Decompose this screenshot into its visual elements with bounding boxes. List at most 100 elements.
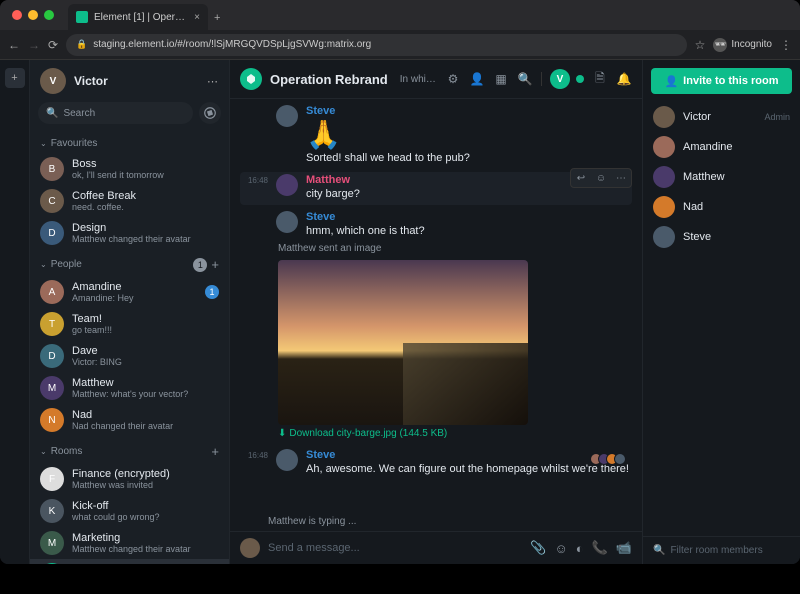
member-name: Nad — [683, 201, 782, 213]
room-header: Operation Rebrand In which we rebrand Ri… — [230, 60, 642, 99]
window-traffic-lights[interactable] — [12, 10, 54, 20]
attach-icon[interactable]: 📎 — [530, 540, 546, 556]
message-action-bar: ↩ ☺ ⋯ — [570, 168, 632, 188]
room-tile[interactable]: O Operation Rebrand Steve: Ah, awesome. … — [30, 559, 229, 564]
maximize-window-button[interactable] — [44, 10, 54, 20]
members-icon[interactable]: 👤 — [469, 71, 485, 87]
emoji-icon[interactable]: ☺ — [554, 541, 567, 556]
room-name: Matthew — [72, 377, 219, 389]
chevron-down-icon: ⌄ — [40, 139, 47, 148]
sender-avatar[interactable] — [276, 449, 298, 471]
member-avatar — [653, 226, 675, 248]
room-name: Amandine — [72, 281, 197, 293]
search-icon: 🔍 — [46, 108, 58, 119]
sender-avatar[interactable] — [276, 105, 298, 127]
voice-call-icon[interactable]: 📞 — [592, 540, 608, 556]
composer-input[interactable]: Send a message... — [268, 542, 522, 554]
room-tile[interactable]: B Boss ok, I'll send it tomorrow — [30, 153, 229, 185]
browser-menu-button[interactable]: ⋮ — [780, 38, 792, 52]
incognito-icon: 🕶 — [713, 38, 727, 52]
close-tab-icon[interactable]: × — [194, 12, 200, 23]
sender-avatar[interactable] — [276, 211, 298, 233]
room-tile[interactable]: K Kick-off what could go wrong? — [30, 495, 229, 527]
more-icon[interactable]: ⋯ — [611, 169, 631, 187]
sender-avatar[interactable] — [276, 174, 298, 196]
member-avatar — [653, 106, 675, 128]
people-header[interactable]: ⌄ People 1 + — [30, 249, 229, 276]
react-icon[interactable]: ☺ — [591, 169, 611, 187]
room-avatar: F — [40, 467, 64, 491]
add-room-button[interactable]: + — [211, 444, 219, 459]
lock-icon: 🔒 — [76, 39, 87, 50]
room-avatar: M — [40, 531, 64, 555]
search-icon: 🔍 — [653, 545, 665, 556]
add-people-button[interactable]: + — [211, 257, 219, 272]
incognito-indicator[interactable]: 🕶 Incognito — [713, 38, 772, 52]
rooms-header[interactable]: ⌄ Rooms + — [30, 436, 229, 463]
filter-members-input[interactable]: 🔍 Filter room members — [643, 536, 800, 564]
new-tab-button[interactable]: + — [214, 12, 220, 24]
room-tile[interactable]: T Team! go team!!! — [30, 308, 229, 340]
url-text: staging.element.io/#/room/!lSjMRGQVDSpLj… — [93, 39, 371, 50]
room-tile[interactable]: A Amandine Amandine: Hey 1 — [30, 276, 229, 308]
reply-icon[interactable]: ↩ — [571, 169, 591, 187]
room-tile[interactable]: D Design Matthew changed their avatar — [30, 217, 229, 249]
invite-button[interactable]: 👤 Invite to this room — [651, 68, 792, 94]
close-window-button[interactable] — [12, 10, 22, 20]
room-preview: Amandine: Hey — [72, 293, 197, 303]
state-event: Matthew sent an image — [278, 243, 632, 254]
member-name: Steve — [683, 231, 782, 243]
video-call-icon[interactable]: 📹 — [616, 540, 632, 556]
room-name: Nad — [72, 409, 219, 421]
browser-tab-strip: Element [1] | Operation Rebr... × + — [0, 0, 800, 30]
header-user-avatar[interactable]: V — [550, 69, 570, 89]
create-space-button[interactable]: + — [5, 68, 25, 88]
search-room-icon[interactable]: 🔍 — [517, 71, 533, 87]
room-name: Team! — [72, 313, 219, 325]
room-tile[interactable]: N Nad Nad changed their avatar — [30, 404, 229, 436]
bookmark-button[interactable]: ☆ — [695, 38, 706, 52]
read-receipts[interactable] — [594, 453, 626, 465]
user-menu-button[interactable]: ⋯ — [207, 75, 219, 88]
search-input[interactable]: 🔍 Search — [38, 102, 193, 124]
member-name: Matthew — [683, 171, 782, 183]
room-title: Operation Rebrand — [270, 72, 388, 87]
apps-icon[interactable]: ▦ — [493, 71, 509, 87]
reload-button[interactable]: ⟳ — [48, 38, 58, 52]
room-tile[interactable]: M Matthew Matthew: what's your vector? — [30, 372, 229, 404]
minimize-window-button[interactable] — [28, 10, 38, 20]
files-icon[interactable]: 🗎 — [592, 71, 608, 87]
member-tile[interactable]: Victor Admin — [643, 102, 800, 132]
member-tile[interactable]: Amandine — [643, 132, 800, 162]
current-user-avatar[interactable]: V — [40, 68, 66, 94]
room-tile[interactable]: M Marketing Matthew changed their avatar — [30, 527, 229, 559]
message-emoji: 🙏 — [306, 118, 632, 151]
room-name: Dave — [72, 345, 219, 357]
room-name: Design — [72, 222, 219, 234]
member-tile[interactable]: Steve — [643, 222, 800, 252]
room-tile[interactable]: D Dave Victor: BING — [30, 340, 229, 372]
room-tile[interactable]: F Finance (encrypted) Matthew was invite… — [30, 463, 229, 495]
main-panel: Operation Rebrand In which we rebrand Ri… — [230, 60, 642, 564]
browser-tab[interactable]: Element [1] | Operation Rebr... × — [68, 4, 208, 30]
favourites-header[interactable]: ⌄ Favourites — [30, 130, 229, 153]
notifications-icon[interactable]: 🔔 — [616, 71, 632, 87]
settings-icon[interactable]: ⚙ — [445, 71, 461, 87]
message-timeline[interactable]: Steve 🙏 Sorted! shall we head to the pub… — [230, 99, 642, 514]
room-preview: Matthew changed their avatar — [72, 544, 219, 554]
back-button[interactable]: ← — [8, 38, 20, 52]
forward-button[interactable]: → — [28, 38, 40, 52]
download-link[interactable]: ⬇ Download city-barge.jpg (144.5 KB) — [278, 428, 632, 439]
room-header-avatar[interactable] — [240, 68, 262, 90]
message-text: Ah, awesome. We can figure out the homep… — [306, 462, 632, 477]
member-tile[interactable]: Nad — [643, 192, 800, 222]
room-tile[interactable]: C Coffee Break need. coffee. — [30, 185, 229, 217]
room-preview: Matthew: what's your vector? — [72, 389, 219, 399]
address-bar[interactable]: 🔒 staging.element.io/#/room/!lSjMRGQVDSp… — [66, 34, 687, 56]
member-tile[interactable]: Matthew — [643, 162, 800, 192]
explore-button[interactable] — [199, 102, 221, 124]
sticker-icon[interactable]: ◐ — [576, 541, 584, 556]
message-image[interactable] — [278, 260, 528, 425]
message-text: Sorted! shall we head to the pub? — [306, 151, 632, 166]
message-composer: Send a message... 📎 ☺ ◐ 📞 📹 — [230, 531, 642, 564]
